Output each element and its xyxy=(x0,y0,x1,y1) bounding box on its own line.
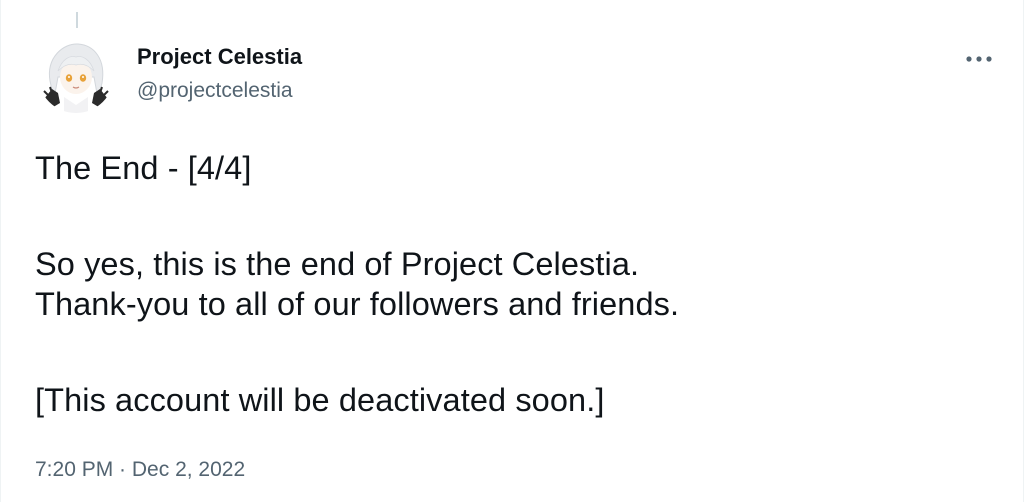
author-display-name[interactable]: Project Celestia xyxy=(137,44,302,70)
tweet-paragraph-gap xyxy=(35,324,985,380)
tweet-date-link[interactable]: Dec 2, 2022 xyxy=(132,458,245,481)
tweet-time-link[interactable]: 7:20 PM xyxy=(35,458,113,481)
avatar[interactable] xyxy=(38,37,114,113)
tweet-timestamp: 7:20 PM · Dec 2, 2022 xyxy=(35,458,245,482)
more-options-button[interactable] xyxy=(959,44,999,74)
tweet-line: Thank-you to all of our followers and fr… xyxy=(35,286,680,322)
more-options-icon xyxy=(966,56,992,62)
tweet-paragraph-gap xyxy=(35,188,985,244)
tweet-line: So yes, this is the end of Project Celes… xyxy=(35,246,640,282)
tweet-card: Project Celestia @projectcelestia The En… xyxy=(0,0,1024,502)
anime-girl-avatar-icon xyxy=(38,37,114,113)
thread-connector-line xyxy=(76,12,78,28)
author-handle[interactable]: @projectcelestia xyxy=(137,79,293,103)
timestamp-separator: · xyxy=(113,458,132,481)
tweet-text: The End - [4/4] So yes, this is the end … xyxy=(35,148,985,420)
tweet-line: [This account will be deactivated soon.] xyxy=(35,382,605,418)
tweet-line-title: The End - [4/4] xyxy=(35,150,252,186)
